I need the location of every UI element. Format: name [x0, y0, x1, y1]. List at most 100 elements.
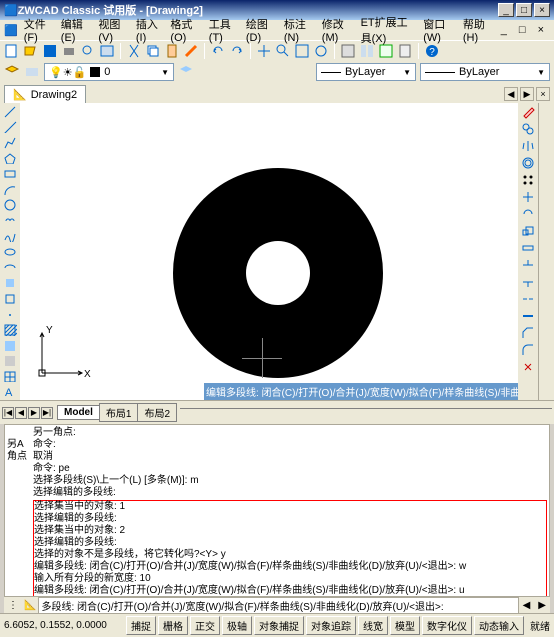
tab-model[interactable]: Model: [57, 405, 100, 420]
undo-icon[interactable]: [210, 43, 226, 59]
ellipsearc-icon[interactable]: [3, 261, 17, 274]
layer-combo[interactable]: 💡 ☀ 🔓 0 ▼: [44, 63, 174, 81]
matchprop-icon[interactable]: [183, 43, 199, 59]
cmd-run-icon[interactable]: 📐: [22, 600, 38, 611]
join-icon[interactable]: [521, 309, 535, 323]
tab-prev[interactable]: ◀: [504, 87, 518, 101]
preview-icon[interactable]: [80, 43, 96, 59]
new-icon[interactable]: [4, 43, 20, 59]
menu-help[interactable]: 帮助(H): [457, 14, 495, 46]
redo-icon[interactable]: [229, 43, 245, 59]
pline-icon[interactable]: [3, 136, 17, 149]
doc-max[interactable]: □: [513, 22, 532, 38]
cut-icon[interactable]: [126, 43, 142, 59]
tab-layout1[interactable]: 布局1: [99, 403, 139, 422]
props-icon[interactable]: [340, 43, 356, 59]
otrack-toggle[interactable]: 对象追踪: [306, 616, 356, 635]
designctr-icon[interactable]: [359, 43, 375, 59]
tab-close[interactable]: ×: [536, 87, 550, 101]
menu-view[interactable]: 视图(V): [92, 14, 130, 46]
tab-next[interactable]: ▶: [28, 407, 40, 419]
close-button[interactable]: ×: [534, 3, 550, 17]
move-icon[interactable]: [521, 190, 535, 204]
dyn-toggle[interactable]: 动态输入: [474, 616, 524, 635]
help-icon[interactable]: ?: [424, 43, 440, 59]
menu-dim[interactable]: 标注(N): [278, 14, 316, 46]
gradient-icon[interactable]: [3, 339, 17, 352]
lwt-toggle[interactable]: 线宽: [358, 616, 388, 635]
ellipse-icon[interactable]: [3, 245, 17, 258]
menu-tools[interactable]: 工具(T): [203, 14, 240, 46]
copy2-icon[interactable]: [521, 122, 535, 136]
polygon-icon[interactable]: [3, 152, 17, 165]
tab-last[interactable]: ▶|: [41, 407, 53, 419]
region-icon[interactable]: [3, 354, 17, 367]
print-icon[interactable]: [61, 43, 77, 59]
drawing-canvas[interactable]: Y X 编辑多段线: 闭合(C)/打开(O)/合并(J)/宽度(W)/拟合(F)…: [20, 103, 518, 400]
tab-prev[interactable]: ◀: [15, 407, 27, 419]
zoomprev-icon[interactable]: [313, 43, 329, 59]
extend-icon[interactable]: [521, 275, 535, 289]
zoomwin-icon[interactable]: [294, 43, 310, 59]
tab-drawing2[interactable]: 📐 Drawing2: [4, 85, 86, 103]
tablet-toggle[interactable]: 数字化仪: [422, 616, 472, 635]
explode-icon[interactable]: [521, 360, 535, 374]
arc-icon[interactable]: [3, 183, 17, 196]
tab-next[interactable]: ▶: [520, 87, 534, 101]
mtext-icon[interactable]: A: [3, 385, 17, 398]
cmd-scroll-left[interactable]: ◀: [519, 600, 535, 611]
vertical-scrollbar[interactable]: [538, 103, 554, 400]
model-toggle[interactable]: 模型: [390, 616, 420, 635]
circle-icon[interactable]: [3, 198, 17, 211]
menu-format[interactable]: 格式(O): [164, 14, 202, 46]
hatch-icon[interactable]: [3, 323, 17, 336]
minimize-button[interactable]: _: [498, 3, 514, 17]
osnap-toggle[interactable]: 对象捕捉: [254, 616, 304, 635]
chamfer-icon[interactable]: [521, 326, 535, 340]
linetype-combo[interactable]: ByLayer ▼: [316, 63, 416, 81]
menu-insert[interactable]: 插入(I): [130, 14, 165, 46]
xline-icon[interactable]: [3, 121, 17, 134]
block-icon[interactable]: [3, 292, 17, 305]
fillet-icon[interactable]: [521, 343, 535, 357]
line-icon[interactable]: [3, 105, 17, 118]
erase-icon[interactable]: [521, 105, 535, 119]
save-icon[interactable]: [42, 43, 58, 59]
doc-close[interactable]: ×: [532, 22, 550, 38]
copy-icon[interactable]: [145, 43, 161, 59]
lineweight-combo[interactable]: ByLayer ▼: [420, 63, 550, 81]
break-icon[interactable]: [521, 292, 535, 306]
point-icon[interactable]: [3, 308, 17, 321]
ortho-toggle[interactable]: 正交: [190, 616, 220, 635]
menu-file[interactable]: 文件(F): [18, 14, 55, 46]
pan-icon[interactable]: [256, 43, 272, 59]
menu-edit[interactable]: 编辑(E): [55, 14, 93, 46]
offset-icon[interactable]: [521, 156, 535, 170]
layer-mgr-icon[interactable]: [4, 64, 20, 80]
zoom-icon[interactable]: [275, 43, 291, 59]
command-input[interactable]: 多段线: 闭合(C)/打开(O)/合并(J)/宽度(W)/拟合(F)/样条曲线(…: [38, 597, 518, 614]
toolpal-icon[interactable]: [378, 43, 394, 59]
grid-toggle[interactable]: 栅格: [158, 616, 188, 635]
tab-layout2[interactable]: 布局2: [137, 403, 177, 422]
table-icon[interactable]: [3, 370, 17, 383]
trim-icon[interactable]: [521, 258, 535, 272]
array-icon[interactable]: [521, 173, 535, 187]
open-icon[interactable]: [23, 43, 39, 59]
insert-icon[interactable]: [3, 276, 17, 289]
rect-icon[interactable]: [3, 167, 17, 180]
calc-icon[interactable]: [397, 43, 413, 59]
cmd-scroll-right[interactable]: ▶: [534, 600, 550, 611]
cmd-handle-icon[interactable]: ⋮: [4, 600, 22, 611]
menu-modify[interactable]: 修改(M): [316, 14, 355, 46]
paste-icon[interactable]: [164, 43, 180, 59]
command-history[interactable]: 另A角点 另一角点: 命令: 取消 命令: pe 选择多段线(S)\上一个(L)…: [4, 424, 550, 597]
doc-min[interactable]: _: [495, 22, 513, 38]
spline-icon[interactable]: [3, 230, 17, 243]
stretch-icon[interactable]: [521, 241, 535, 255]
mirror-icon[interactable]: [521, 139, 535, 153]
maximize-button[interactable]: □: [516, 3, 532, 17]
menu-window[interactable]: 窗口(W): [417, 14, 457, 46]
horizontal-scrollbar[interactable]: [180, 408, 552, 418]
tab-first[interactable]: |◀: [2, 407, 14, 419]
